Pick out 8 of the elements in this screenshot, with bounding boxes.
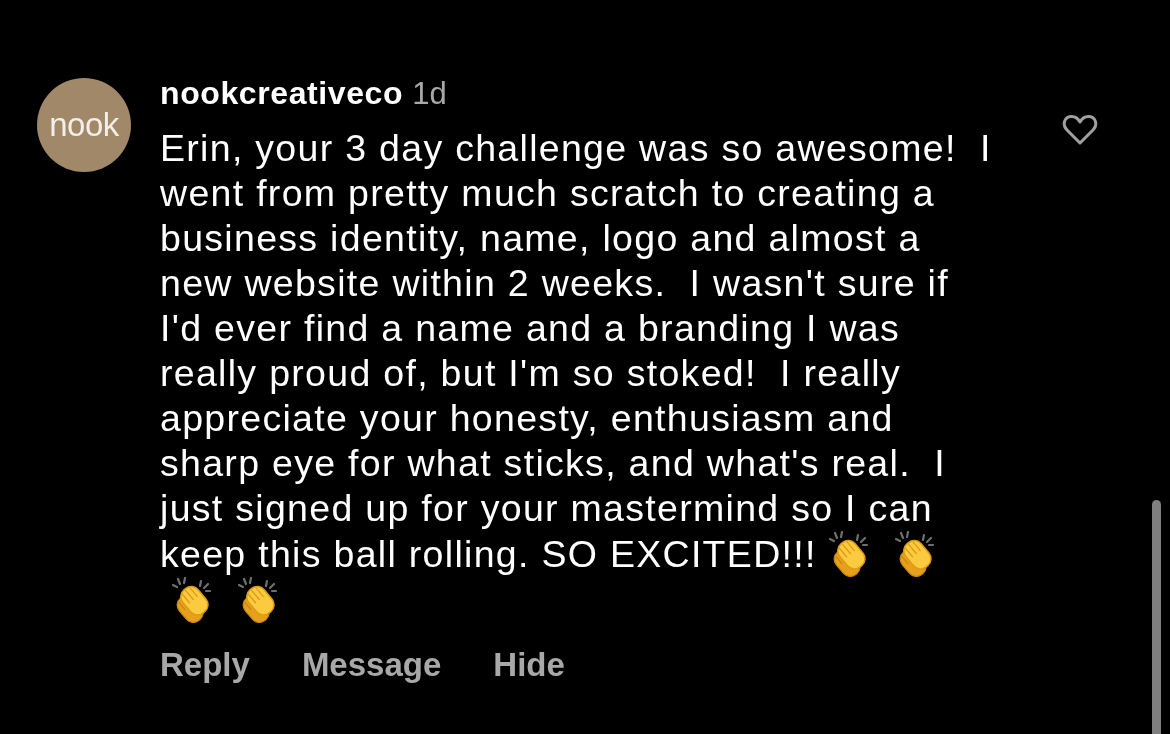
username[interactable]: nookcreativeco bbox=[160, 75, 404, 111]
comment-text: Erin, your 3 day challenge was so awesome! I went from pretty much scratch to creating a business identity, name, logo and almost a new website within 2 weeks. I wasn't sure if I'd ever find a name and a branding I was really proud of, but I'm so stoked! I really appreciate your honesty, enthusiasm and sharp eye for what sticks, and what's real. I just signed up for your mastermind so I can keep this ball rolling. SO EXCITED!!! bbox=[160, 127, 993, 575]
scrollbar-thumb[interactable] bbox=[1152, 500, 1161, 734]
comment-action-button[interactable]: Reply bbox=[160, 645, 250, 685]
comment-action-button[interactable]: Message bbox=[301, 645, 442, 685]
comment-action-button[interactable]: Hide bbox=[493, 645, 565, 685]
heart-icon[interactable] bbox=[1062, 114, 1098, 146]
comment-time: 1d bbox=[412, 76, 447, 112]
